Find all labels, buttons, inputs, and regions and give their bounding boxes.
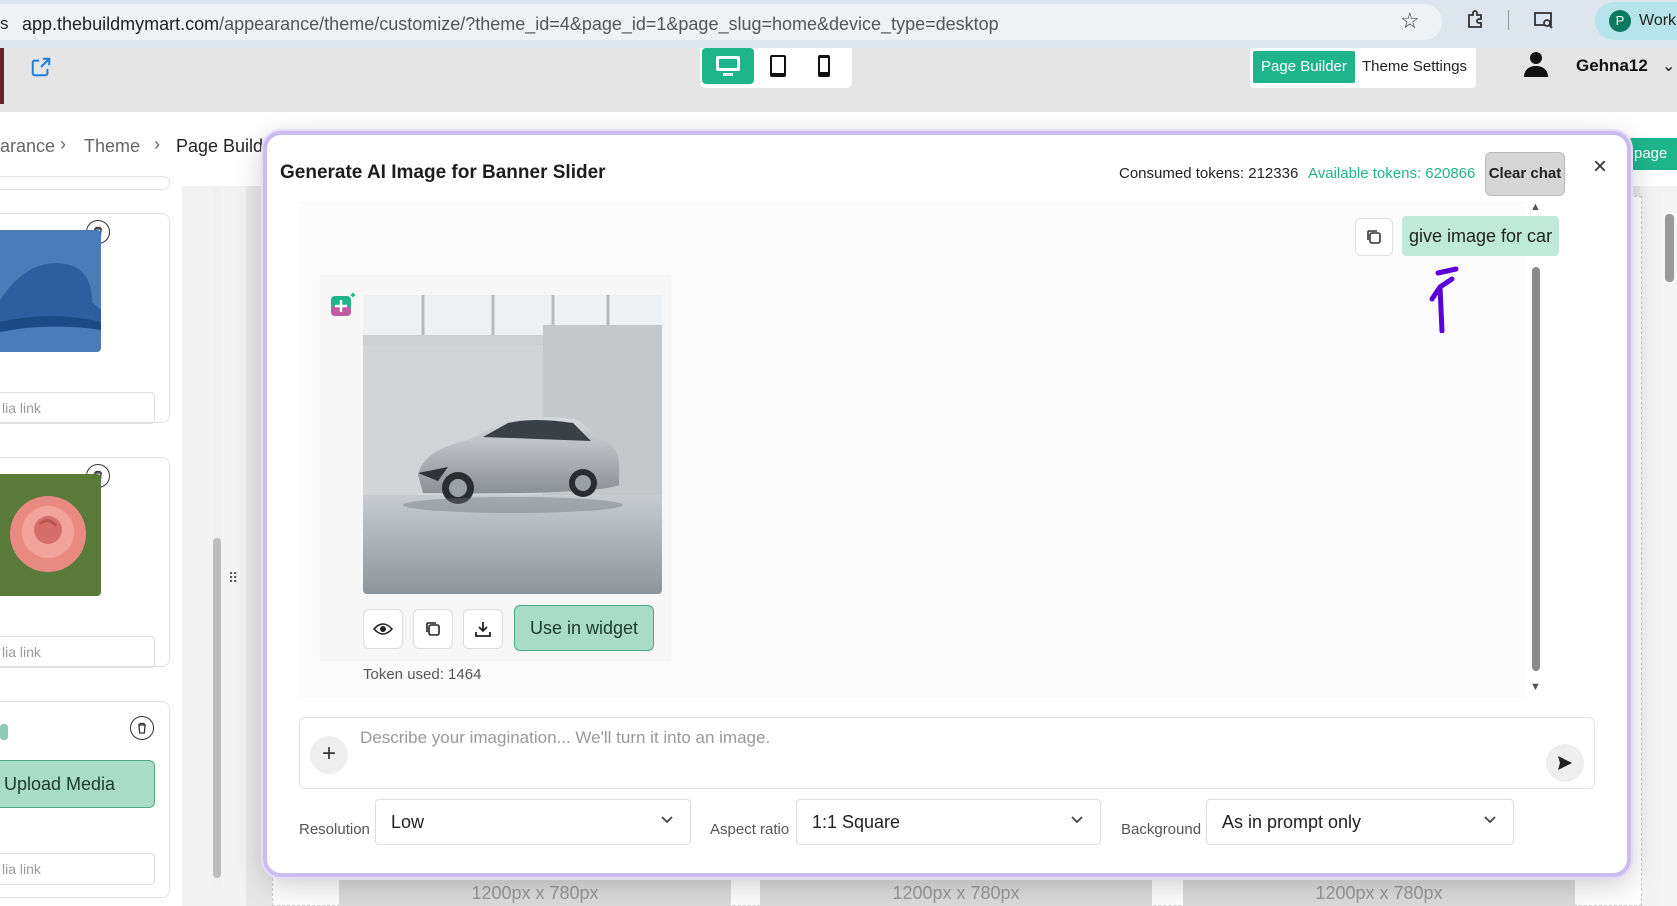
mobile-icon <box>818 55 830 77</box>
sidebar-scroll-thumb[interactable] <box>213 538 221 878</box>
sparkle-icon <box>0 724 8 740</box>
mobile-view-button[interactable] <box>798 48 850 84</box>
chevron-down-icon <box>1071 816 1083 824</box>
chevron-down-icon <box>661 816 673 824</box>
url-host: app.thebuildmymart.com <box>22 14 220 34</box>
page-scrollbar[interactable] <box>1662 192 1677 906</box>
eye-icon <box>373 623 393 635</box>
scroll-up-icon[interactable]: ▲ <box>1530 201 1541 213</box>
profile-avatar: P <box>1609 10 1631 32</box>
address-bar[interactable]: s app.thebuildmymart.com/appearance/them… <box>0 4 1442 40</box>
preview-button[interactable] <box>363 609 403 649</box>
chat-scrollbar[interactable]: ▲ ▼ <box>1528 201 1544 697</box>
media-card: lia link <box>0 213 170 424</box>
tablet-view-button[interactable] <box>752 48 804 84</box>
page-scroll-thumb[interactable] <box>1665 214 1674 282</box>
resolution-label: Resolution <box>299 821 370 838</box>
mode-tabs: Page Builder Theme Settings <box>1250 48 1476 88</box>
available-tokens: Available tokens: 620866 <box>1308 165 1476 182</box>
user-name[interactable]: Gehna12 <box>1576 56 1648 76</box>
bookmark-star-icon[interactable]: ☆ <box>1400 8 1420 34</box>
save-page-button[interactable]: page <box>1628 138 1677 170</box>
copy-icon[interactable] <box>1355 218 1393 256</box>
url-text[interactable]: app.thebuildmymart.com/appearance/theme/… <box>22 14 999 35</box>
media-card: lia link <box>0 457 170 668</box>
external-link-icon[interactable] <box>30 56 52 78</box>
media-sidebar: lia link lia link Upload Media lia link <box>0 176 182 906</box>
token-used: Token used: 1464 <box>363 666 482 683</box>
media-link-field[interactable]: lia link <box>0 392 155 424</box>
clear-chat-button[interactable]: Clear chat <box>1485 152 1565 196</box>
media-card <box>0 176 170 190</box>
cap-thumbnail <box>0 230 101 352</box>
app-header: Page Builder Theme Settings Gehna12 ⌄ <box>0 48 1677 112</box>
send-icon <box>1558 756 1572 770</box>
resolution-select[interactable]: Low <box>375 799 691 845</box>
upload-media-button[interactable]: Upload Media <box>0 760 155 808</box>
banner-size-label: 1200px x 780px <box>1183 880 1575 906</box>
media-link-field[interactable]: lia link <box>0 636 155 668</box>
trash-icon[interactable] <box>130 716 154 740</box>
url-edge-text: s <box>0 14 9 33</box>
tablet-icon <box>770 55 786 77</box>
media-link-field[interactable]: lia link <box>0 853 155 885</box>
generated-car-image[interactable] <box>363 295 662 594</box>
chevron-down-icon[interactable]: ⌄ <box>1662 56 1675 76</box>
consumed-tokens: Consumed tokens: 212336 <box>1119 165 1299 182</box>
chevron-down-icon <box>1484 816 1496 824</box>
tab-theme-settings[interactable]: Theme Settings <box>1354 51 1475 83</box>
download-button[interactable] <box>463 609 503 649</box>
media-card: Upload Media lia link <box>0 701 170 898</box>
breadcrumb-appearance[interactable]: arance <box>0 136 55 157</box>
aspect-ratio-label: Aspect ratio <box>710 821 790 838</box>
chevron-right-icon: › <box>60 134 66 154</box>
sidebar-scrollbar[interactable] <box>213 186 221 886</box>
chevron-right-icon: › <box>154 134 160 154</box>
modal-title: Generate AI Image for Banner Slider <box>280 162 606 183</box>
chat-scroll-thumb[interactable] <box>1532 267 1540 671</box>
browser-bar: s app.thebuildmymart.com/appearance/them… <box>0 0 1677 48</box>
send-button[interactable] <box>1546 744 1584 782</box>
background-value: As in prompt only <box>1222 812 1362 832</box>
ai-sparkle-icon <box>331 292 356 316</box>
profile-button[interactable]: P Work <box>1595 2 1677 40</box>
prompt-box: + <box>299 717 1595 789</box>
scroll-down-icon[interactable]: ▼ <box>1530 681 1541 693</box>
aspect-ratio-value: 1:1 Square <box>812 812 901 832</box>
drag-handle-icon[interactable]: ⠿ <box>228 570 238 587</box>
banner-size-label: 1200px x 780px <box>339 880 731 906</box>
copy-image-button[interactable] <box>413 609 453 649</box>
banner-size-label: 1200px x 780px <box>760 880 1152 906</box>
desktop-icon <box>716 56 740 76</box>
url-path: /appearance/theme/customize/?theme_id=4&… <box>219 14 999 34</box>
close-icon[interactable]: × <box>1593 153 1607 181</box>
resolution-value: Low <box>391 812 425 832</box>
ai-image-modal: Generate AI Image for Banner Slider Cons… <box>263 131 1631 877</box>
user-icon[interactable] <box>1522 50 1550 78</box>
use-in-widget-button[interactable]: Use in widget <box>514 605 654 651</box>
breadcrumb-page-builder: Page Builde <box>176 136 274 156</box>
profile-label: Work <box>1639 12 1677 29</box>
copy-icon <box>426 622 440 636</box>
plus-icon[interactable]: + <box>310 736 348 774</box>
background-select[interactable]: As in prompt only <box>1206 799 1514 845</box>
toolbar-divider <box>1508 10 1509 30</box>
tab-search-icon[interactable] <box>1532 8 1556 32</box>
desktop-view-button[interactable] <box>702 48 754 84</box>
aspect-ratio-select[interactable]: 1:1 Square <box>796 799 1101 845</box>
arrow-annotation-icon <box>1429 266 1459 333</box>
breadcrumb-theme[interactable]: Theme <box>84 136 140 157</box>
download-icon <box>475 622 491 637</box>
background-label: Background <box>1121 821 1202 838</box>
device-switcher <box>700 48 852 88</box>
rose-thumbnail <box>0 474 101 596</box>
brand-strip <box>0 48 4 104</box>
tab-page-builder[interactable]: Page Builder <box>1253 51 1355 83</box>
prompt-input[interactable] <box>360 728 1460 748</box>
extensions-icon[interactable] <box>1464 8 1488 32</box>
